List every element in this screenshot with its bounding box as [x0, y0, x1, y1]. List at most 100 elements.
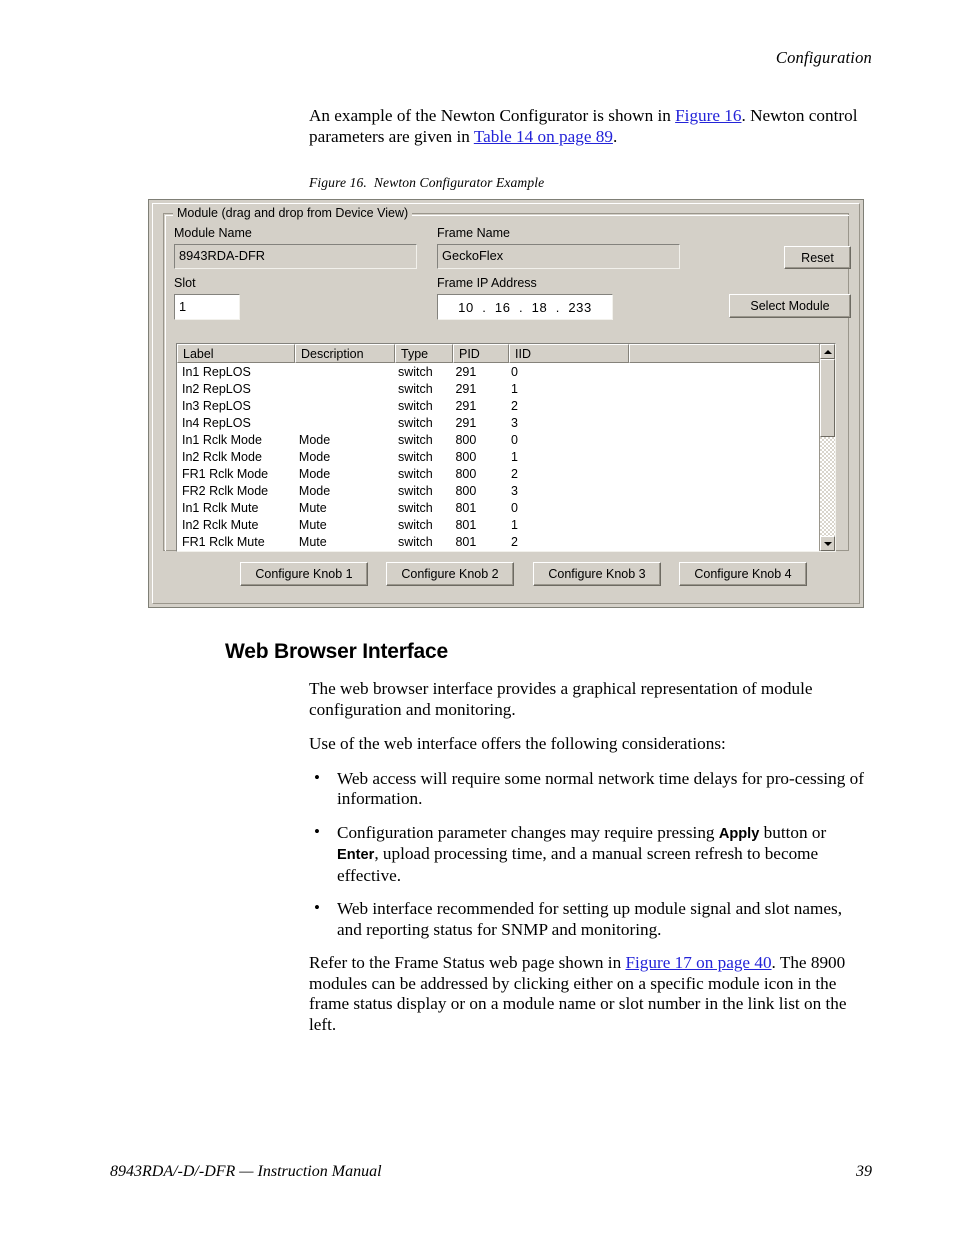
- running-header: Configuration: [775, 48, 872, 67]
- table-cell: FR1 Rclk Mute: [182, 534, 265, 549]
- table-row[interactable]: FR1 Rclk Mode Mode switch 800 2: [177, 465, 819, 482]
- table-cell: 3: [510, 483, 518, 498]
- table-cell: switch: [397, 466, 433, 481]
- table-cell: 2: [510, 398, 518, 413]
- slot-label: Slot: [174, 276, 196, 290]
- parameter-list-body[interactable]: In1 RepLOS switch 291 0 In2 RepLOS switch 291 1…: [177, 363, 819, 551]
- frame-name-field[interactable]: GeckoFlex: [437, 244, 680, 269]
- scrollbar-thumb[interactable]: [820, 359, 835, 437]
- bullet-text-2: button or: [759, 822, 827, 842]
- table-cell: FR2 Rclk Mode: [182, 483, 269, 498]
- table-cell: 1: [510, 449, 518, 464]
- table-cell: switch: [397, 364, 433, 379]
- table-row[interactable]: In2 Rclk Mute Mute switch 801 1: [177, 516, 819, 533]
- table-cell: 291: [455, 398, 477, 413]
- table-cell: 2: [510, 466, 518, 481]
- column-header-iid[interactable]: IID: [509, 344, 629, 363]
- table-row[interactable]: In1 Rclk Mode Mode switch 800 0: [177, 431, 819, 448]
- module-name-field[interactable]: 8943RDA-DFR: [174, 244, 417, 269]
- table-cell: 2: [510, 534, 518, 549]
- table-row[interactable]: FR2 Rclk Mode Mode switch 800 3: [177, 482, 819, 499]
- closing-paragraph: Refer to the Frame Status web page shown…: [309, 953, 869, 1035]
- footer-page-number: 39: [856, 1163, 872, 1180]
- table-row[interactable]: FR2 Rclk MuteMuteswitch8013: [177, 550, 819, 551]
- table-cell: 0: [510, 500, 518, 515]
- table-row[interactable]: In1 RepLOS switch 291 0: [177, 363, 819, 380]
- intro-text-3: .: [612, 126, 618, 146]
- table-row[interactable]: FR1 Rclk Mute Mute switch 801 2: [177, 533, 819, 550]
- scroll-down-icon[interactable]: [820, 536, 835, 551]
- parameter-list-scrollbar[interactable]: [819, 344, 835, 551]
- table-cell: Mute: [298, 517, 327, 532]
- footer-manual-title: 8943RDA/-D/-DFR — Instruction Manual: [110, 1163, 382, 1180]
- table-cell: switch: [397, 483, 433, 498]
- table-cell: In3 RepLOS: [182, 398, 251, 413]
- configure-knob-1-button[interactable]: Configure Knob 1: [240, 562, 368, 586]
- table-row[interactable]: In3 RepLOS switch 291 2: [177, 397, 819, 414]
- column-header-type[interactable]: Type: [395, 344, 453, 363]
- scrollbar-track[interactable]: [820, 359, 835, 536]
- enter-keyword: Enter: [337, 847, 375, 863]
- table-cell: 801: [455, 517, 477, 532]
- table-cell: FR1 Rclk Mode: [182, 466, 269, 481]
- table-cell: switch: [397, 534, 433, 549]
- table-cell: 291: [455, 415, 477, 430]
- table-cell: 0: [510, 364, 518, 379]
- table-cell: switch: [397, 415, 433, 430]
- table-14-link[interactable]: Table 14 on page 89: [474, 127, 613, 146]
- section-body: The web browser interface provides a gra…: [309, 679, 869, 1035]
- bullet-dot-icon: •: [314, 898, 320, 917]
- table-cell: 800: [455, 483, 477, 498]
- table-cell: In2 Rclk Mode: [182, 449, 262, 464]
- frame-ip-label: Frame IP Address: [437, 276, 537, 290]
- table-cell: 291: [455, 364, 477, 379]
- table-cell: In1 RepLOS: [182, 364, 251, 379]
- table-cell: 801: [455, 500, 477, 515]
- figure-16-link[interactable]: Figure 16: [675, 106, 741, 125]
- bullet-dot-icon: •: [314, 767, 320, 787]
- figure-17-link[interactable]: Figure 17 on page 40: [625, 953, 771, 972]
- slot-field[interactable]: 1: [174, 294, 240, 320]
- scroll-up-icon[interactable]: [820, 344, 835, 359]
- table-cell: 3: [510, 415, 518, 430]
- table-cell: 801: [455, 534, 477, 549]
- table-cell: 0: [510, 432, 518, 447]
- module-groupbox-legend: Module (drag and drop from Device View): [173, 206, 413, 220]
- table-row[interactable]: In2 Rclk Mode Mode switch 800 1: [177, 448, 819, 465]
- table-cell: Mode: [298, 466, 331, 481]
- reset-button[interactable]: Reset: [784, 246, 851, 269]
- intro-paragraph: An example of the Newton Configurator is…: [309, 106, 871, 147]
- frame-ip-field[interactable]: 10 . 16 . 18 . 233: [437, 294, 613, 320]
- table-cell: 1: [510, 381, 518, 396]
- configure-knob-4-button[interactable]: Configure Knob 4: [679, 562, 807, 586]
- table-cell: Mode: [298, 449, 331, 464]
- configure-knob-2-button[interactable]: Configure Knob 2: [386, 562, 514, 586]
- bullet-text-1: Web access will require some normal netw…: [337, 768, 864, 809]
- column-header-blank[interactable]: [629, 344, 835, 363]
- table-cell: switch: [397, 432, 433, 447]
- configure-knob-3-button[interactable]: Configure Knob 3: [533, 562, 661, 586]
- bullet-dot-icon: •: [314, 821, 320, 841]
- table-row[interactable]: In4 RepLOS switch 291 3: [177, 414, 819, 431]
- figure-caption: Figure 16. Newton Configurator Example: [309, 175, 544, 191]
- closing-text-1: Refer to the Frame Status web page shown…: [309, 953, 626, 972]
- list-item: • Web access will require some normal net…: [309, 767, 869, 810]
- table-cell: switch: [397, 381, 433, 396]
- table-cell: Mode: [298, 432, 331, 447]
- table-cell: switch: [397, 398, 433, 413]
- bullet-text-1: Web interface recommended for setting up…: [337, 899, 843, 939]
- parameter-list: Label Description Type PID IID In1 RepLOS swi…: [176, 343, 836, 552]
- frame-ip-value: 10 . 16 . 18 . 233: [458, 299, 592, 315]
- column-header-pid[interactable]: PID: [453, 344, 509, 363]
- list-item: • Configuration parameter changes may req…: [309, 821, 869, 887]
- table-row[interactable]: In1 Rclk Mute Mute switch 801 0: [177, 499, 819, 516]
- module-name-label: Module Name: [174, 226, 252, 240]
- bullet-text-1: Configuration parameter changes may requ…: [337, 822, 719, 842]
- column-header-label[interactable]: Label: [177, 344, 295, 363]
- newton-configurator-dialog: Module (drag and drop from Device View) …: [148, 199, 864, 608]
- parameter-list-header: Label Description Type PID IID: [177, 344, 835, 363]
- select-module-button[interactable]: Select Module: [729, 294, 851, 318]
- column-header-description[interactable]: Description: [295, 344, 395, 363]
- table-row[interactable]: In2 RepLOS switch 291 1: [177, 380, 819, 397]
- module-groupbox: Module (drag and drop from Device View) …: [163, 206, 851, 586]
